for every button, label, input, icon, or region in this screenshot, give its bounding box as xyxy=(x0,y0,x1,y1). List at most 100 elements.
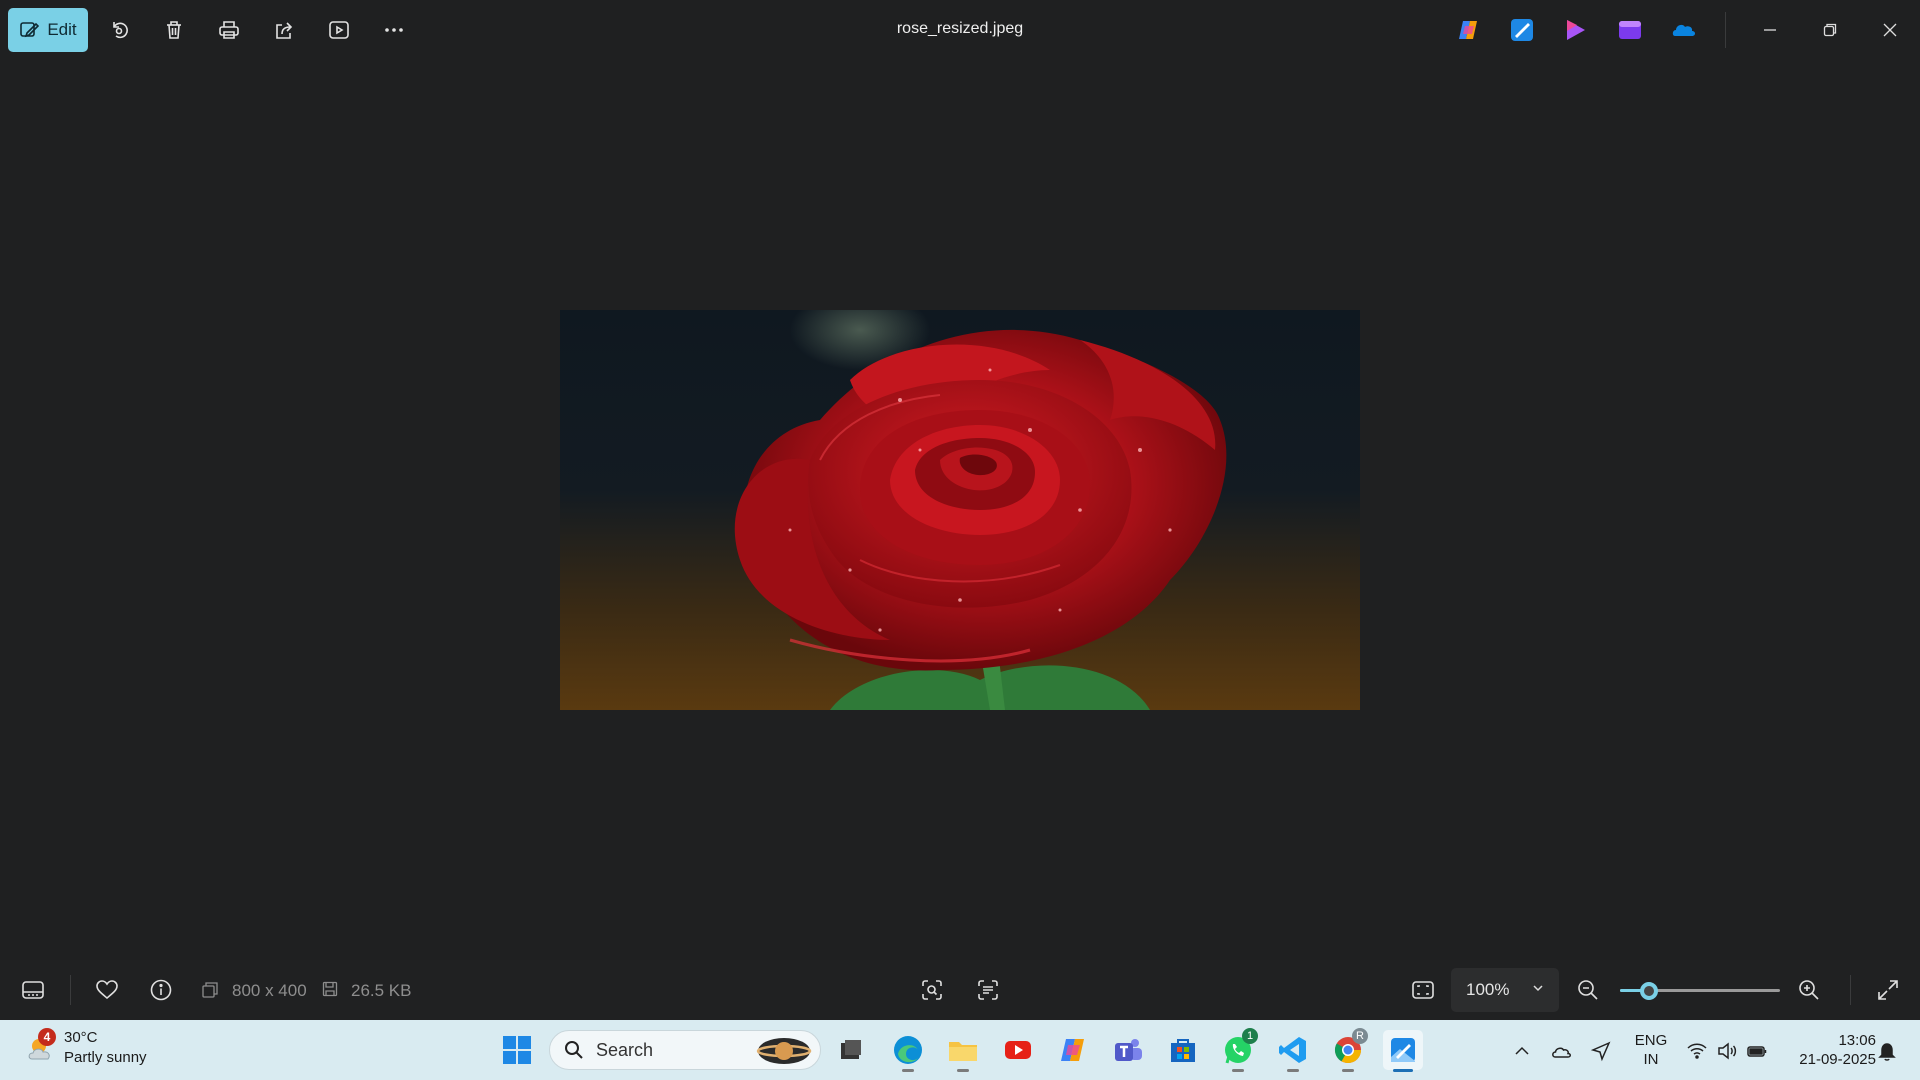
title-bar-right xyxy=(1441,0,1920,60)
taskbar-chrome[interactable]: R xyxy=(1328,1028,1368,1072)
onedrive-icon[interactable] xyxy=(1671,17,1697,43)
running-indicator xyxy=(1342,1069,1354,1072)
restore-button[interactable] xyxy=(1800,0,1860,60)
taskbar-whatsapp[interactable]: 1 xyxy=(1218,1028,1258,1072)
minimize-button[interactable] xyxy=(1740,0,1800,60)
cloud-icon xyxy=(1552,1047,1571,1058)
windows-icon xyxy=(503,1036,531,1064)
favorite-button[interactable] xyxy=(95,978,119,1002)
teams-icon xyxy=(1115,1039,1142,1061)
text-scan-button[interactable] xyxy=(976,978,1000,1002)
status-divider xyxy=(1850,975,1851,1005)
text-scan-icon xyxy=(978,980,998,1000)
volume-icon xyxy=(1718,1042,1737,1060)
zoom-in-button[interactable] xyxy=(1797,978,1821,1002)
store-icon xyxy=(1171,1039,1195,1062)
zoom-value: 100% xyxy=(1466,980,1510,999)
running-indicator xyxy=(1232,1069,1244,1072)
zoom-out-button[interactable] xyxy=(1576,978,1600,1002)
info-icon xyxy=(150,979,172,1001)
status-divider xyxy=(70,975,71,1005)
folder-icon xyxy=(949,1042,977,1061)
running-indicator xyxy=(902,1069,914,1072)
visual-search-button[interactable] xyxy=(920,978,944,1002)
title-separator xyxy=(1725,12,1726,48)
location-arrow-icon xyxy=(1590,1041,1611,1062)
taskbar-file-explorer[interactable] xyxy=(943,1030,983,1072)
expand-icon xyxy=(1878,980,1898,1000)
filmstrip-toggle[interactable] xyxy=(21,978,45,1002)
clipchamp-icon[interactable] xyxy=(1563,17,1589,43)
active-indicator xyxy=(1393,1069,1413,1072)
file-info-button[interactable] xyxy=(149,978,173,1002)
search-highlight-icon xyxy=(756,1038,812,1064)
youtube-icon xyxy=(1005,1041,1031,1059)
fullscreen-button[interactable] xyxy=(1876,978,1900,1002)
taskbar-copilot[interactable] xyxy=(1053,1030,1093,1070)
zoom-dropdown[interactable]: 100% xyxy=(1451,968,1559,1012)
weather-temperature: 30°C xyxy=(64,1029,98,1046)
running-indicator xyxy=(1287,1069,1299,1072)
taskbar-search[interactable]: Search xyxy=(549,1030,821,1070)
start-button[interactable] xyxy=(497,1030,537,1070)
region: IN xyxy=(1643,1051,1659,1068)
running-indicator xyxy=(957,1069,969,1072)
chevron-down-icon xyxy=(1533,985,1543,992)
wifi-icon xyxy=(1687,1043,1707,1059)
file-size: 26.5 KB xyxy=(351,981,412,1000)
close-button[interactable] xyxy=(1860,0,1920,60)
whatsapp-badge: 1 xyxy=(1242,1028,1258,1044)
copilot-icon xyxy=(1061,1039,1084,1061)
minimize-icon xyxy=(1764,29,1776,31)
battery-icon xyxy=(1747,1046,1767,1057)
taskbar-microsoft-store[interactable] xyxy=(1163,1030,1203,1070)
wifi-tray[interactable] xyxy=(1686,1040,1708,1062)
weather-badge: 4 xyxy=(38,1028,56,1046)
filmstrip-icon xyxy=(22,981,44,999)
vscode-icon xyxy=(1279,1037,1306,1063)
location-tray[interactable] xyxy=(1590,1040,1612,1062)
zoom-in-icon xyxy=(1799,980,1819,1000)
taskbar-youtube[interactable] xyxy=(998,1030,1038,1070)
rose-image xyxy=(734,329,1227,710)
task-view-icon xyxy=(841,1040,861,1059)
language: ENG xyxy=(1634,1032,1668,1049)
weather-widget[interactable]: 4 30°C Partly sunny xyxy=(26,1028,147,1068)
zoom-slider[interactable] xyxy=(1620,982,1780,1000)
language-indicator[interactable]: ENG IN xyxy=(1630,1031,1672,1069)
image-dimensions: 800 x 400 xyxy=(232,981,307,1000)
clock-date: 21-09-2025 xyxy=(1799,1051,1876,1068)
photos-icon xyxy=(1391,1038,1415,1062)
volume-tray[interactable] xyxy=(1716,1040,1738,1062)
taskbar-vscode[interactable] xyxy=(1273,1030,1313,1072)
designer-icon[interactable] xyxy=(1617,17,1643,43)
clock[interactable]: 13:06 21-09-2025 xyxy=(1780,1031,1876,1069)
bell-icon xyxy=(1878,1043,1896,1061)
task-view-button[interactable] xyxy=(831,1030,871,1070)
fit-to-window-button[interactable] xyxy=(1411,978,1435,1002)
weather-condition: Partly sunny xyxy=(64,1049,147,1066)
status-bar: 800 x 400 26.5 KB 100% xyxy=(0,960,1920,1020)
zoom-slider-thumb[interactable] xyxy=(1639,982,1658,1000)
file-size-icon xyxy=(322,981,338,997)
image-viewer[interactable] xyxy=(560,310,1360,710)
onedrive-tray[interactable] xyxy=(1550,1040,1572,1062)
fit-window-icon xyxy=(1412,981,1434,999)
title-bar: Edit rose_resized.jpeg xyxy=(0,0,1920,60)
battery-tray[interactable] xyxy=(1746,1040,1768,1062)
clock-time: 13:06 xyxy=(1838,1032,1876,1049)
zoom-out-icon xyxy=(1578,980,1598,1000)
copilot-icon[interactable] xyxy=(1455,17,1481,43)
chrome-profile-badge: R xyxy=(1352,1028,1368,1044)
taskbar-edge[interactable] xyxy=(888,1030,928,1072)
taskbar-photos[interactable] xyxy=(1383,1030,1423,1072)
notifications-button[interactable] xyxy=(1876,1040,1898,1062)
close-icon xyxy=(1883,23,1897,37)
visual-search-icon xyxy=(922,980,942,1000)
resolution-icon xyxy=(202,982,218,998)
search-placeholder: Search xyxy=(596,1039,654,1060)
taskbar-teams[interactable] xyxy=(1108,1030,1148,1070)
photos-editor-icon[interactable] xyxy=(1509,17,1535,43)
edge-icon xyxy=(894,1036,922,1064)
show-hidden-icons-button[interactable] xyxy=(1511,1040,1533,1062)
